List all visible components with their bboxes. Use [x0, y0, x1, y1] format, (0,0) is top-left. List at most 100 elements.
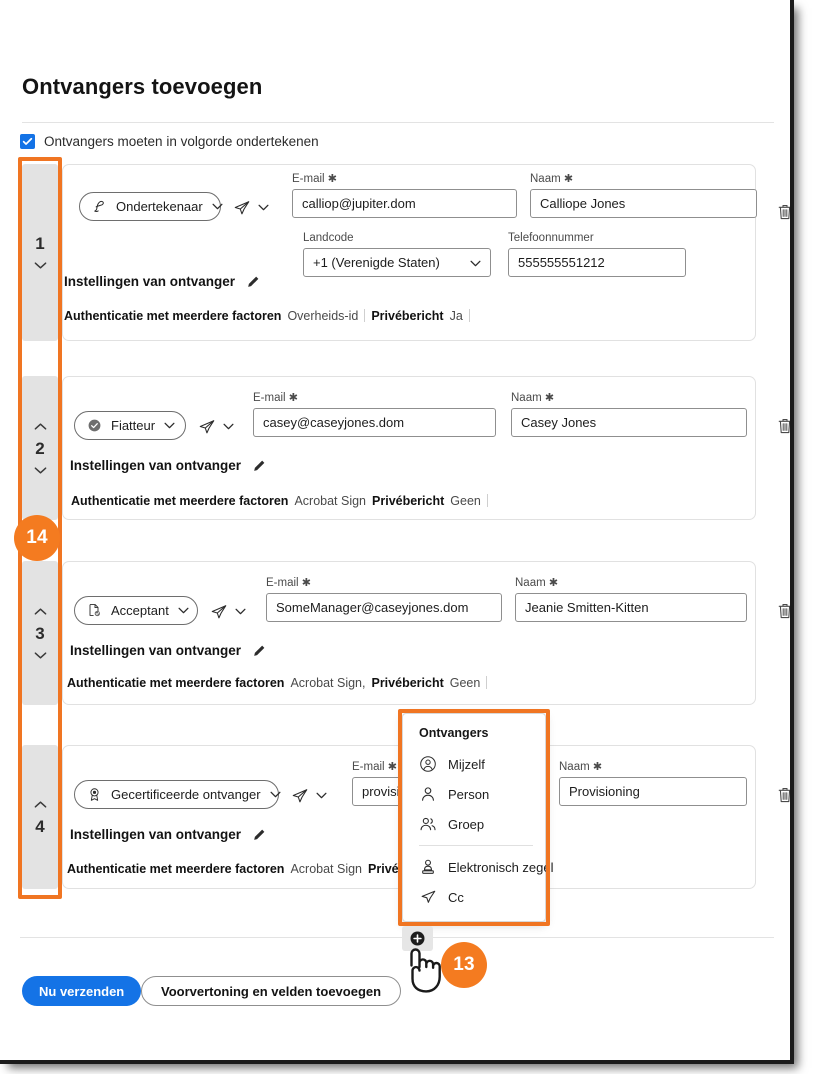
private-message-label: Privébericht [371, 676, 444, 690]
role-dropdown-4[interactable]: Gecertificeerde ontvanger [74, 780, 281, 809]
signature-pen-icon [91, 198, 108, 215]
footer-divider [20, 937, 774, 938]
name-input-2[interactable]: Casey Jones [511, 408, 747, 437]
name-input-3[interactable]: Jeanie Smitten-Kitten [515, 593, 747, 622]
menu-item-elektronisch-zegel[interactable]: Elektronisch zegel [403, 852, 554, 882]
signing-order-label: Ontvangers moeten in volgorde onderteken… [44, 134, 319, 149]
recipient-sequence-2[interactable]: 2 [22, 376, 58, 520]
signing-order-row[interactable]: Ontvangers moeten in volgorde onderteken… [20, 134, 319, 149]
recipient-settings-1[interactable]: Instellingen van ontvanger [64, 274, 260, 289]
delete-recipient-4[interactable] [776, 785, 790, 804]
menu-header: Ontvangers [419, 726, 489, 740]
name-input-4[interactable]: Provisioning [559, 777, 747, 806]
auth-summary-4: Authenticatie met meerdere factoren Acro… [67, 862, 446, 876]
document-check-icon [86, 602, 103, 619]
email-input-2[interactable]: casey@caseyjones.dom [253, 408, 496, 437]
chevron-down-icon[interactable] [34, 651, 47, 660]
delete-recipient-3[interactable] [776, 601, 790, 620]
delivery-method-2[interactable] [197, 417, 234, 436]
recipient-sequence-1[interactable]: 1 [22, 164, 58, 341]
delete-recipient-1[interactable] [776, 202, 790, 221]
paper-plane-icon[interactable] [290, 786, 309, 805]
role-dropdown-1[interactable]: Ondertekenaar [79, 192, 224, 221]
phone-field-group-1: Telefoonnummer 555555551212 [508, 232, 686, 277]
recipient-settings-2[interactable]: Instellingen van ontvanger [70, 458, 266, 473]
pencil-edit-icon[interactable] [251, 643, 266, 658]
sequence-number: 1 [35, 234, 45, 253]
sequence-number: 4 [35, 816, 45, 836]
divider [486, 676, 488, 689]
chevron-down-icon[interactable] [34, 466, 47, 475]
private-message-value: Ja [449, 309, 463, 323]
name-input-1[interactable]: Calliope Jones [530, 189, 757, 218]
menu-item-person[interactable]: Person [403, 779, 545, 809]
paper-plane-icon[interactable] [209, 602, 228, 621]
group-icon [418, 815, 437, 834]
email-input-1[interactable]: calliop@jupiter.dom [292, 189, 517, 218]
chevron-down-icon[interactable] [222, 421, 234, 433]
pencil-edit-icon[interactable] [251, 827, 266, 842]
role-dropdown-2[interactable]: Fiatteur [74, 411, 186, 440]
recipient-settings-label: Instellingen van ontvanger [70, 643, 242, 658]
chevron-up-icon[interactable] [34, 422, 47, 431]
delivery-method-4[interactable] [290, 786, 327, 805]
paper-plane-icon [418, 888, 437, 907]
chevron-down-icon [211, 203, 224, 210]
menu-item-cc[interactable]: Cc [403, 882, 545, 912]
recipient-settings-3[interactable]: Instellingen van ontvanger [70, 643, 266, 658]
name-field-group-4: Naam ✱ Provisioning [559, 760, 747, 806]
person-icon [418, 785, 437, 804]
menu-item-label: Elektronisch zegel [448, 859, 554, 875]
chevron-up-icon[interactable] [34, 800, 47, 809]
menu-item-label: Mijzelf [448, 756, 485, 772]
role-dropdown-3[interactable]: Acceptant [74, 596, 198, 625]
private-message-value: Geen [449, 676, 481, 690]
pencil-edit-icon[interactable] [245, 274, 260, 289]
divider [364, 309, 366, 322]
required-marker: ✱ [387, 761, 398, 773]
required-marker: ✱ [548, 577, 559, 589]
chevron-down-icon[interactable] [234, 606, 246, 618]
auth-label: Authenticatie met meerdere factoren [67, 676, 285, 690]
country-code-group-1: Landcode +1 (Verenigde Staten) [303, 232, 491, 277]
delivery-method-3[interactable] [209, 602, 246, 621]
email-input-3[interactable]: SomeManager@caseyjones.dom [266, 593, 502, 622]
recipient-sequence-3[interactable]: 3 [22, 561, 58, 705]
signing-order-checkbox[interactable] [20, 134, 35, 149]
recipient-settings-label: Instellingen van ontvanger [70, 458, 242, 473]
auth-value: Acrobat Sign [290, 862, 363, 876]
required-marker: ✱ [301, 577, 312, 589]
email-label: E-mail ✱ [253, 392, 299, 404]
paper-plane-icon[interactable] [197, 417, 216, 436]
chevron-down-icon[interactable] [34, 261, 47, 270]
country-code-select-1[interactable]: +1 (Verenigde Staten) [303, 248, 491, 277]
menu-item-groep[interactable]: Groep [403, 809, 545, 839]
menu-item-mijzelf[interactable]: Mijzelf [403, 749, 545, 779]
menu-item-label: Person [448, 786, 490, 802]
chevron-down-icon[interactable] [257, 202, 269, 214]
recipient-settings-4[interactable]: Instellingen van ontvanger [70, 827, 266, 842]
preview-add-fields-button[interactable]: Voorvertoning en velden toevoegen [141, 976, 402, 1006]
dialog-window: Ontvangers toevoegen Ontvangers moeten i… [0, 0, 794, 1064]
name-label: Naam ✱ [515, 577, 559, 589]
email-field-group-2: E-mail ✱ casey@caseyjones.dom [253, 391, 496, 437]
delete-recipient-2[interactable] [776, 416, 790, 435]
private-message-value: Geen [450, 494, 481, 508]
paper-plane-icon[interactable] [232, 198, 251, 217]
delivery-method-1[interactable] [232, 198, 269, 217]
auth-value: Overheids-id [287, 309, 359, 323]
recipient-sequence-4[interactable]: 4 [22, 745, 58, 889]
chevron-down-icon [163, 422, 176, 429]
email-field-group-3: E-mail ✱ SomeManager@caseyjones.dom [266, 576, 502, 622]
send-now-button[interactable]: Nu verzenden [22, 976, 142, 1006]
phone-input-1[interactable]: 555555551212 [508, 248, 686, 277]
chevron-down-icon[interactable] [315, 790, 327, 802]
required-marker: ✱ [592, 761, 603, 773]
name-label: Naam ✱ [559, 761, 603, 773]
auth-summary-2: Authenticatie met meerdere factoren Acro… [71, 492, 488, 508]
auth-value: Acrobat Sign, [290, 676, 366, 690]
required-marker: ✱ [563, 173, 574, 185]
pencil-edit-icon[interactable] [251, 458, 266, 473]
chevron-down-icon [177, 607, 190, 614]
chevron-up-icon[interactable] [34, 607, 47, 616]
